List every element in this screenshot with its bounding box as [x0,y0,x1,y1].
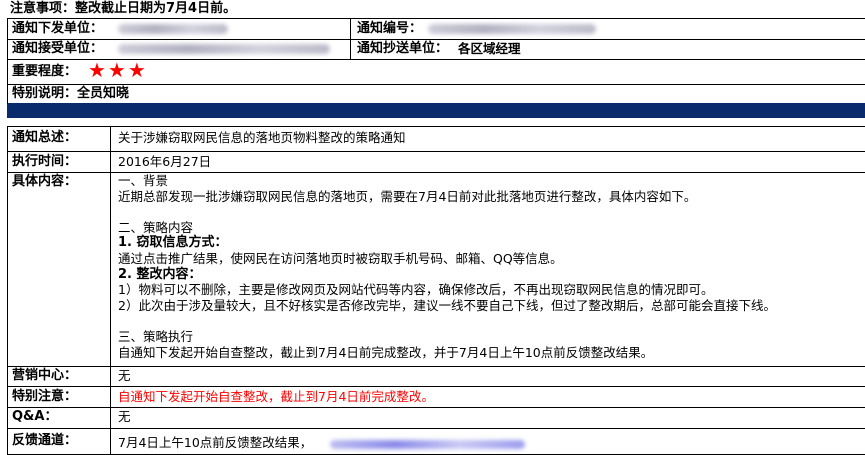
rectify-item-1: 1）物料可以不删除，主要是修改网页及网站代码等内容，确保修改后，不再出现窃取网民… [118,282,714,298]
redacted-issuer [118,24,228,34]
section-execution-title: 三、策略执行 [118,328,194,344]
marketing-label: 营销中心： [12,368,78,383]
details-label: 具体内容： [12,174,78,189]
exec-time-value: 2016年6月27日 [118,154,212,169]
exec-time-label: 执行时间： [12,154,78,169]
details-content: 一、背景 近期总部发现一批涉嫌窃取网民信息的落地页，需要在7月4日前对此批落地页… [118,173,776,360]
grid-line [7,18,8,104]
feedback-value: 7月4日上午10点前反馈整改结果， [118,435,313,450]
special-note: 特别说明：全员知晓 [12,86,130,101]
rectify-heading: 2. 整改内容： [118,266,202,282]
qa-value: 无 [118,409,131,424]
issuer-label: 通知下发单位： [12,21,104,36]
redacted-receiver [118,44,330,54]
grid-line [350,18,351,60]
rectify-item-2: 2）此次由于涉及量较大，且不好核实是否修改完毕，建议一线不要自己下线，但过了整改… [118,297,776,313]
importance-stars: ★★★ [88,58,148,82]
notice-text: 注意事项：整改截止日期为7月4日前。 [10,1,237,16]
receiver-label: 通知接受单位： [12,41,104,56]
grid-line [110,126,111,455]
marketing-value: 无 [118,368,131,383]
summary-label: 通知总述： [12,130,78,145]
special-attention-label: 特别注意： [12,389,78,404]
section-background-title: 一、背景 [118,173,169,188]
method-heading: 1. 窃取信息方式： [118,235,228,251]
section-strategy-title: 二、策略内容 [118,219,194,235]
grid-line [7,18,865,19]
grid-line [7,366,865,367]
feedback-label: 反馈通道： [12,433,78,448]
redacted-feedback-contact [330,440,525,449]
qa-label: Q&A： [12,409,58,424]
summary-value: 关于涉嫌窃取网民信息的落地页物料整改的策略通知 [118,130,406,145]
cc-label: 通知抄送单位： [357,41,449,56]
section-divider-band [7,103,865,118]
grid-line [7,126,8,455]
grid-line [7,126,865,127]
section-background-body: 近期总部发现一批涉嫌窃取网民信息的落地页，需要在7月4日前对此批落地页进行整改，… [118,188,697,204]
grid-line [7,428,865,429]
grid-line [7,407,865,408]
notice-number-label: 通知编号： [357,21,423,36]
method-body: 通过点击推广结果，使网民在访问落地页时被窃取手机号码、邮箱、QQ等信息。 [118,250,563,266]
special-attention-value: 自通知下发起开始自查整改，截止到7月4日前完成整改。 [118,389,434,404]
redacted-notice-number [428,24,596,34]
section-execution-body: 自通知下发起开始自查整改，截止到7月4日前完成整改，并于7月4日上午10点前反馈… [118,344,654,360]
grid-line [7,84,865,85]
cc-value: 各区域经理 [458,41,521,56]
importance-label: 重要程度： [12,64,78,79]
